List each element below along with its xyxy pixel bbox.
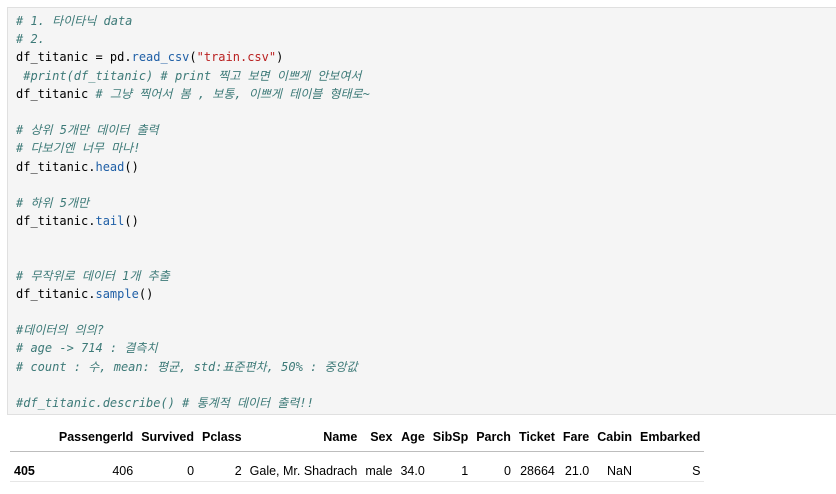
code-line: # 하위 5개만 — [16, 195, 90, 210]
table-cell: S — [636, 451, 705, 482]
row-index: 405 — [10, 451, 55, 482]
code-line: # count : 수, mean: 평균, std:표준편차, 50% : 중… — [16, 359, 358, 374]
table-cell: 1 — [428, 451, 473, 482]
column-header: Survived — [137, 427, 199, 452]
table-cell: 2 — [198, 451, 246, 482]
code-token: () — [138, 286, 154, 301]
column-header: Ticket — [514, 427, 559, 452]
code-line: df_titanic.tail() — [16, 212, 370, 230]
column-header: Name — [245, 427, 362, 452]
code-line: # 상위 5개만 데이터 출력 — [16, 123, 159, 138]
code-line: df_titanic = pd.read_csv("train.csv") — [16, 48, 370, 66]
table-header-row: PassengerId Survived Pclass Name Sex Age… — [10, 427, 705, 452]
code-token: () — [124, 214, 139, 229]
code-token: df_titanic. — [16, 214, 96, 229]
table-cell: 21.0 — [558, 451, 594, 482]
code-line: # 2. — [16, 32, 45, 47]
column-header: Sex — [361, 427, 397, 452]
code-line: df_titanic.sample() — [16, 285, 370, 303]
code-line: #df_titanic.describe() # 통계적 데이터 출력!! — [16, 395, 314, 410]
table-cell: 406 — [54, 451, 138, 482]
column-header: PassengerId — [54, 427, 138, 452]
column-header: Cabin — [593, 427, 636, 452]
function-token: read_csv — [131, 50, 190, 65]
function-token: tail — [95, 214, 125, 229]
code-token: df_titanic. — [16, 286, 96, 301]
code-line: df_titanic # 그냥 찍어서 봄 , 보통, 이쁘게 테이블 형태로~ — [16, 85, 370, 103]
table-cell: Gale, Mr. Shadrach — [245, 451, 362, 482]
code-token: df_titanic — [16, 86, 96, 101]
code-line: # 1. 타이타닉 data — [16, 14, 133, 28]
code-line: #데이터의 의의? — [16, 323, 104, 338]
code-editor[interactable]: # 1. 타이타닉 data # 2. df_titanic = pd.read_c… — [16, 12, 370, 412]
comment-token: # 그냥 찍어서 봄 , 보통, 이쁘게 테이블 형태로~ — [95, 86, 370, 101]
code-token: df_titanic. — [16, 159, 96, 174]
code-line: #print(df_titanic) # print 찍고 보면 이쁘게 안보여… — [16, 68, 362, 83]
column-header: Embarked — [636, 427, 705, 452]
code-token: () — [124, 159, 139, 174]
column-header: Age — [396, 427, 429, 452]
column-header: Pclass — [198, 427, 246, 452]
column-header: SibSp — [428, 427, 473, 452]
function-token: head — [95, 159, 125, 174]
code-line: # 다보기엔 너무 마나! — [16, 141, 141, 156]
table-cell: 28664 — [514, 451, 559, 482]
table-cell: 34.0 — [396, 451, 429, 482]
table-cell: 0 — [472, 451, 515, 482]
code-token: df_titanic = pd. — [16, 50, 132, 65]
table-cell: 0 — [137, 451, 199, 482]
code-line: df_titanic.head() — [16, 158, 370, 176]
table-cell: male — [361, 451, 397, 482]
column-header: Fare — [558, 427, 594, 452]
code-token: ) — [276, 50, 284, 65]
function-token: sample — [95, 286, 139, 301]
code-line: # age -> 714 : 결측치 — [16, 341, 158, 356]
code-line: # 무작위로 데이터 1개 추출 — [16, 268, 170, 283]
string-token: "train.csv" — [196, 50, 277, 65]
index-header — [10, 427, 55, 452]
code-token: ( — [189, 50, 197, 65]
output-dataframe: PassengerId Survived Pclass Name Sex Age… — [10, 427, 705, 482]
table-row: 405 406 0 2 Gale, Mr. Shadrach male 34.0… — [10, 451, 705, 482]
column-header: Parch — [472, 427, 515, 452]
code-cell[interactable]: # 1. 타이타닉 data # 2. df_titanic = pd.read_c… — [7, 7, 836, 415]
table-cell: NaN — [593, 451, 636, 482]
